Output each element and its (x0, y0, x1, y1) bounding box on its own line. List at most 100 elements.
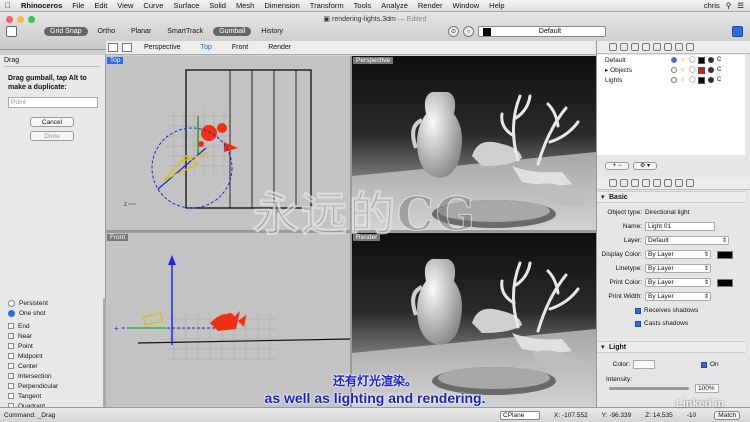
current-layer-icon[interactable] (671, 67, 677, 73)
menu-curve[interactable]: Curve (138, 1, 168, 10)
mode-ortho[interactable]: Ortho (92, 27, 122, 36)
tab-render[interactable]: Render (258, 44, 301, 51)
command-line[interactable]: Command: _Drag (0, 412, 200, 419)
mode-gumball[interactable]: Gumball (213, 27, 252, 36)
help-icon[interactable] (686, 43, 694, 51)
layer-select[interactable]: Default (645, 236, 729, 245)
layer-row[interactable]: Default ☼ ◯ C (597, 55, 745, 65)
toggle-panel-icon[interactable] (732, 26, 743, 37)
menu-dimension[interactable]: Dimension (259, 1, 304, 10)
name-field[interactable]: Light 01 (645, 222, 715, 231)
mode-smarttrack[interactable]: SmartTrack (161, 27, 209, 36)
layer-row[interactable]: Lights ☼ ◯ C (597, 75, 745, 85)
environment-icon[interactable] (675, 43, 683, 51)
render-icon[interactable] (653, 43, 661, 51)
lock-icon[interactable]: ◯ (689, 77, 696, 83)
search-icon[interactable]: ⚲ (726, 1, 732, 10)
bulb-icon[interactable]: ☼ (680, 67, 686, 73)
point-input[interactable]: Point (8, 97, 98, 108)
done-button[interactable]: Done (30, 131, 74, 141)
material-icon[interactable] (664, 179, 672, 187)
menu-render[interactable]: Render (413, 1, 448, 10)
osnap-midpoint[interactable]: Midpoint (8, 351, 102, 361)
print-color-swatch[interactable] (717, 278, 733, 287)
object-icon[interactable] (631, 179, 639, 187)
layers-icon[interactable] (609, 179, 617, 187)
display-color-swatch[interactable] (717, 250, 733, 259)
bulb-icon[interactable] (620, 179, 628, 187)
object-icon[interactable] (631, 43, 639, 51)
mode-history[interactable]: History (255, 27, 289, 36)
material-icon[interactable] (708, 67, 714, 73)
menu-transform[interactable]: Transform (305, 1, 349, 10)
material-icon[interactable] (708, 77, 714, 83)
section-basic[interactable]: ▾ Basic (597, 191, 745, 203)
layer-color-swatch[interactable] (698, 76, 705, 84)
osnap-persistent[interactable]: Persistent (8, 298, 102, 308)
menu-view[interactable]: View (112, 1, 138, 10)
osnap-end[interactable]: End (8, 321, 102, 331)
add-remove-layer-button[interactable]: + − (605, 162, 629, 170)
section-light[interactable]: ▾ Light (597, 341, 745, 353)
display-icon[interactable] (642, 43, 650, 51)
grid-layout-icon[interactable] (108, 43, 118, 52)
coord-z: Z: 14.535 (645, 411, 673, 419)
print-color-select[interactable]: By Layer (645, 278, 711, 287)
mode-planar[interactable]: Planar (125, 27, 157, 36)
material-icon[interactable] (664, 43, 672, 51)
menu-analyze[interactable]: Analyze (376, 1, 413, 10)
osnap-one-shot[interactable]: One shot (8, 308, 102, 318)
menu-tools[interactable]: Tools (349, 1, 377, 10)
display-color-select[interactable]: By Layer (645, 250, 711, 259)
menu-app[interactable]: Rhinoceros (16, 1, 67, 10)
current-layer-icon[interactable] (671, 77, 677, 83)
linetype-select[interactable]: By Layer (645, 264, 711, 273)
material-icon[interactable] (708, 57, 714, 63)
toggle-sidebar-icon[interactable] (6, 26, 17, 37)
menu-solid[interactable]: Solid (204, 1, 231, 10)
match-button[interactable]: Match (714, 410, 740, 420)
help-icon[interactable] (686, 179, 694, 187)
light-color-swatch[interactable] (633, 360, 655, 369)
cancel-button[interactable]: Cancel (30, 117, 74, 127)
bulb-icon[interactable]: ☼ (680, 57, 686, 63)
current-layer-select[interactable]: Default (478, 26, 606, 37)
osnap-center[interactable]: Center (8, 361, 102, 371)
menu-window[interactable]: Window (447, 1, 484, 10)
receives-shadows-checkbox[interactable]: Receives shadows (597, 305, 745, 316)
single-layout-icon[interactable] (122, 43, 132, 52)
menu-file[interactable]: File (67, 1, 89, 10)
lock-icon[interactable]: ◯ (689, 67, 696, 73)
menu-surface[interactable]: Surface (168, 1, 204, 10)
current-layer-icon[interactable] (671, 57, 677, 63)
layer-color-swatch[interactable] (698, 66, 705, 74)
menu-mesh[interactable]: Mesh (231, 1, 259, 10)
tab-top[interactable]: Top (191, 44, 222, 51)
menu-edit[interactable]: Edit (89, 1, 112, 10)
layers-icon[interactable] (609, 43, 617, 51)
print-width-select[interactable]: By Layer (645, 292, 711, 301)
display-icon[interactable] (642, 179, 650, 187)
user-name[interactable]: chris (704, 1, 720, 10)
menu-list-icon[interactable]: ☰ (737, 1, 744, 10)
layer-color-swatch[interactable] (698, 56, 705, 64)
layer-row[interactable]: ▸ Objects ☼ ◯ C (597, 65, 745, 75)
tab-perspective[interactable]: Perspective (134, 44, 191, 51)
osnap-point[interactable]: Point (8, 341, 102, 351)
casts-shadows-checkbox[interactable]: Casts shadows (597, 318, 745, 329)
on-checkbox[interactable] (701, 361, 707, 368)
menu-help[interactable]: Help (484, 1, 509, 10)
cplane-select[interactable]: CPlane (500, 410, 540, 420)
tab-front[interactable]: Front (222, 44, 258, 51)
bulb-icon[interactable]: ☼ (680, 77, 686, 83)
bulb-icon[interactable] (620, 43, 628, 51)
osnap-near[interactable]: Near (8, 331, 102, 341)
osnap-icon[interactable]: ⊙ (448, 26, 459, 37)
filter-icon[interactable]: ○ (463, 26, 474, 37)
apple-icon[interactable]:  (0, 1, 16, 10)
render-icon[interactable] (653, 179, 661, 187)
lock-icon[interactable]: ◯ (689, 57, 696, 63)
layer-options-button[interactable]: ⚙ ▾ (633, 162, 657, 170)
mode-grid-snap[interactable]: Grid Snap (44, 27, 88, 36)
environment-icon[interactable] (675, 179, 683, 187)
